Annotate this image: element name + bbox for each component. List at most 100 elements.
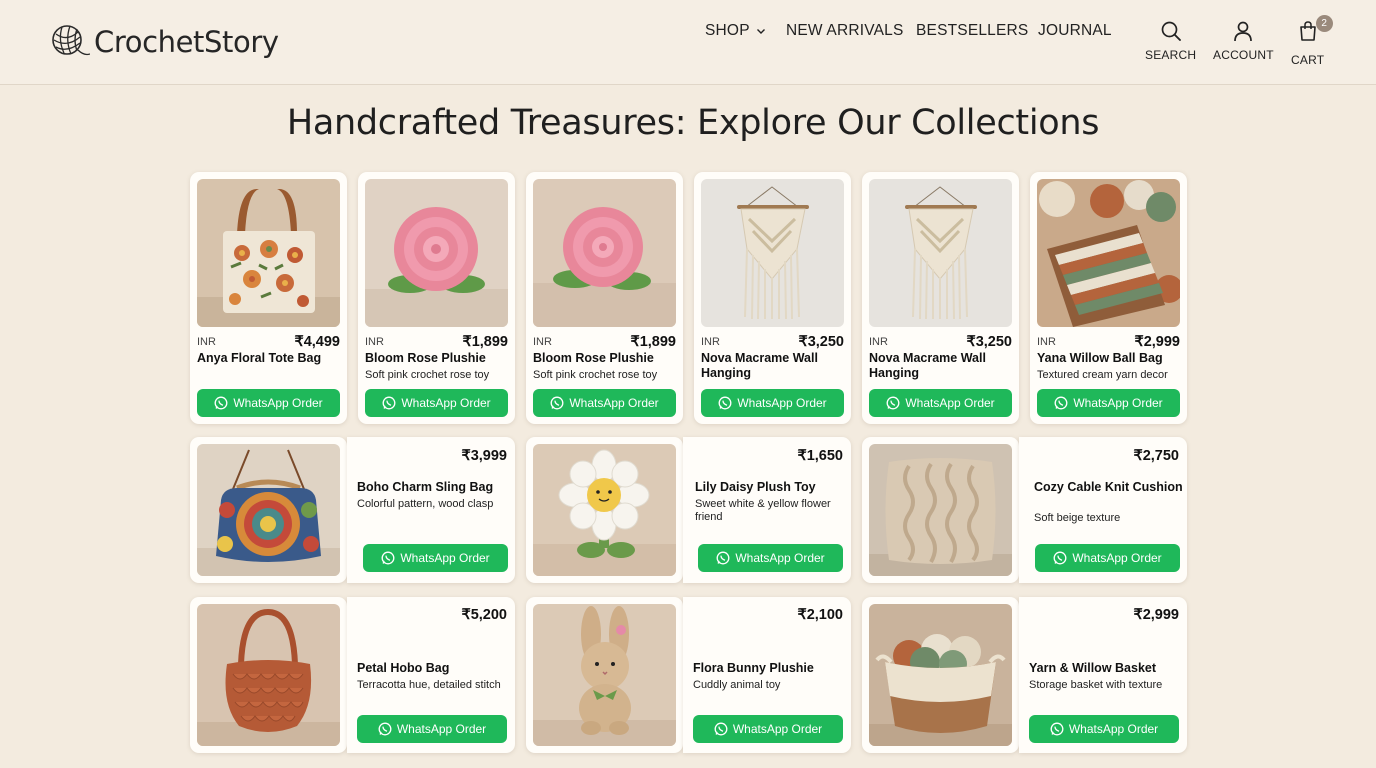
whatsapp-icon <box>1054 396 1068 410</box>
cart-button[interactable]: 2 CART <box>1291 15 1333 67</box>
product-card[interactable]: INR ₹1,899 Bloom Rose Plushie Soft pink … <box>358 172 515 424</box>
currency-label: INR <box>1037 336 1056 348</box>
whatsapp-icon <box>381 551 395 565</box>
yarn-ball-bag-photo <box>1037 179 1180 327</box>
product-name: Flora Bunny Plushie <box>693 661 814 675</box>
bunny-plushie-photo <box>533 604 676 746</box>
product-card[interactable]: INR ₹1,899 Bloom Rose Plushie Soft pink … <box>526 172 683 424</box>
product-image[interactable] <box>197 179 340 327</box>
product-description: Storage basket with texture <box>1029 679 1163 691</box>
whatsapp-order-button[interactable]: WhatsApp Order <box>1035 544 1180 572</box>
whatsapp-order-label: WhatsApp Order <box>396 722 487 736</box>
product-name: Nova Macrame Wall Hanging <box>869 351 986 380</box>
product-description: Soft pink crochet rose toy <box>533 369 658 381</box>
tote-bag-photo <box>197 179 340 327</box>
product-image-card[interactable] <box>862 597 1019 753</box>
currency-label: INR <box>533 336 552 348</box>
whatsapp-order-button[interactable]: WhatsApp Order <box>1029 715 1179 743</box>
product-price: ₹1,899 <box>462 334 508 350</box>
page-title: Handcrafted Treasures: Explore Our Colle… <box>286 103 1100 143</box>
product-image[interactable] <box>197 604 340 746</box>
cable-knit-cushion-photo <box>869 444 1012 576</box>
product-description: Soft beige texture <box>1034 512 1121 524</box>
site-header: CrochetStory SHOP NEW ARRIVALS BESTSELLE… <box>0 0 1376 85</box>
account-button[interactable]: ACCOUNT <box>1213 20 1274 62</box>
whatsapp-order-button[interactable]: WhatsApp Order <box>363 544 508 572</box>
product-name: Petal Hobo Bag <box>357 661 450 675</box>
product-info-card[interactable]: ₹2,100 Flora Bunny Plushie Cuddly animal… <box>683 597 851 753</box>
product-price: ₹4,499 <box>294 334 340 350</box>
product-card[interactable]: INR ₹3,250 Nova Macrame Wall Hanging Wha… <box>862 172 1019 424</box>
rose-plushie-photo <box>533 179 676 327</box>
product-image-card[interactable] <box>526 597 683 753</box>
product-card[interactable]: INR ₹3,250 Nova Macrame Wall Hanging Wha… <box>694 172 851 424</box>
cart-label: CART <box>1291 53 1325 67</box>
whatsapp-order-button[interactable]: WhatsApp Order <box>869 389 1012 417</box>
product-image[interactable] <box>1037 179 1180 327</box>
nav-bestsellers[interactable]: BESTSELLERS <box>916 22 1028 40</box>
whatsapp-order-button[interactable]: WhatsApp Order <box>197 389 340 417</box>
whatsapp-icon <box>214 396 228 410</box>
whatsapp-order-button[interactable]: WhatsApp Order <box>365 389 508 417</box>
search-icon <box>1161 21 1181 41</box>
whatsapp-order-button[interactable]: WhatsApp Order <box>693 715 843 743</box>
product-card[interactable]: INR ₹2,999 Yana Willow Ball Bag Textured… <box>1030 172 1187 424</box>
product-image[interactable] <box>533 179 676 327</box>
currency-label: INR <box>365 336 384 348</box>
product-name: Bloom Rose Plushie <box>365 351 486 365</box>
product-image[interactable] <box>197 444 340 576</box>
product-info-card[interactable]: ₹3,999 Boho Charm Sling Bag Colorful pat… <box>347 437 515 583</box>
product-card[interactable]: INR ₹4,499 Anya Floral Tote Bag WhatsApp… <box>190 172 347 424</box>
product-image[interactable] <box>533 444 676 576</box>
product-info-card[interactable]: ₹2,750 Cozy Cable Knit Cushion Soft beig… <box>1019 437 1187 583</box>
nav-shop-label: SHOP <box>705 22 750 39</box>
product-info-card[interactable]: ₹5,200 Petal Hobo Bag Terracotta hue, de… <box>347 597 515 753</box>
product-name: Yarn & Willow Basket <box>1029 661 1157 675</box>
whatsapp-order-label: WhatsApp Order <box>569 396 659 410</box>
product-image-card[interactable] <box>190 597 347 753</box>
whatsapp-order-label: WhatsApp Order <box>905 396 995 410</box>
whatsapp-order-label: WhatsApp Order <box>1072 551 1162 565</box>
macrame-wall-hanging-photo <box>701 179 844 327</box>
nav-journal[interactable]: JOURNAL <box>1038 22 1112 40</box>
product-name: Bloom Rose Plushie <box>533 351 654 365</box>
product-price: ₹2,750 <box>1133 448 1179 464</box>
macrame-wall-hanging-photo <box>869 179 1012 327</box>
product-price: ₹1,650 <box>797 448 843 464</box>
whatsapp-order-button[interactable]: WhatsApp Order <box>357 715 507 743</box>
product-image-card[interactable] <box>190 437 347 583</box>
product-info-card[interactable]: ₹1,650 Lily Daisy Plush Toy Sweet white … <box>683 437 851 583</box>
product-description: Terracotta hue, detailed stitch <box>357 679 501 691</box>
product-image-card[interactable] <box>526 437 683 583</box>
whatsapp-order-button[interactable]: WhatsApp Order <box>533 389 676 417</box>
product-image[interactable] <box>701 179 844 327</box>
whatsapp-order-button[interactable]: WhatsApp Order <box>1037 389 1180 417</box>
brand-logo[interactable]: CrochetStory <box>50 22 279 62</box>
product-image[interactable] <box>869 444 1012 576</box>
whatsapp-order-button[interactable]: WhatsApp Order <box>701 389 844 417</box>
whatsapp-icon <box>886 396 900 410</box>
product-image[interactable] <box>869 179 1012 327</box>
account-label: ACCOUNT <box>1213 48 1274 62</box>
nav-shop[interactable]: SHOP <box>705 22 766 40</box>
whatsapp-icon <box>382 396 396 410</box>
boho-sling-bag-photo <box>197 444 340 576</box>
whatsapp-icon <box>1050 722 1064 736</box>
whatsapp-order-label: WhatsApp Order <box>737 396 827 410</box>
yarn-basket-photo <box>869 604 1012 746</box>
product-info-card[interactable]: ₹2,999 Yarn & Willow Basket Storage bask… <box>1019 597 1187 753</box>
product-price: ₹5,200 <box>461 607 507 623</box>
whatsapp-order-label: WhatsApp Order <box>233 396 323 410</box>
user-icon <box>1234 21 1253 42</box>
petal-hobo-bag-photo <box>197 604 340 746</box>
search-button[interactable]: SEARCH <box>1145 20 1196 62</box>
nav-new-arrivals[interactable]: NEW ARRIVALS <box>786 22 904 40</box>
product-image-card[interactable] <box>862 437 1019 583</box>
product-image[interactable] <box>365 179 508 327</box>
cart-count-badge: 2 <box>1315 15 1333 32</box>
chevron-down-icon <box>756 29 765 34</box>
product-description: Soft pink crochet rose toy <box>365 369 490 381</box>
product-image[interactable] <box>533 604 676 746</box>
whatsapp-order-button[interactable]: WhatsApp Order <box>698 544 843 572</box>
product-image[interactable] <box>869 604 1012 746</box>
